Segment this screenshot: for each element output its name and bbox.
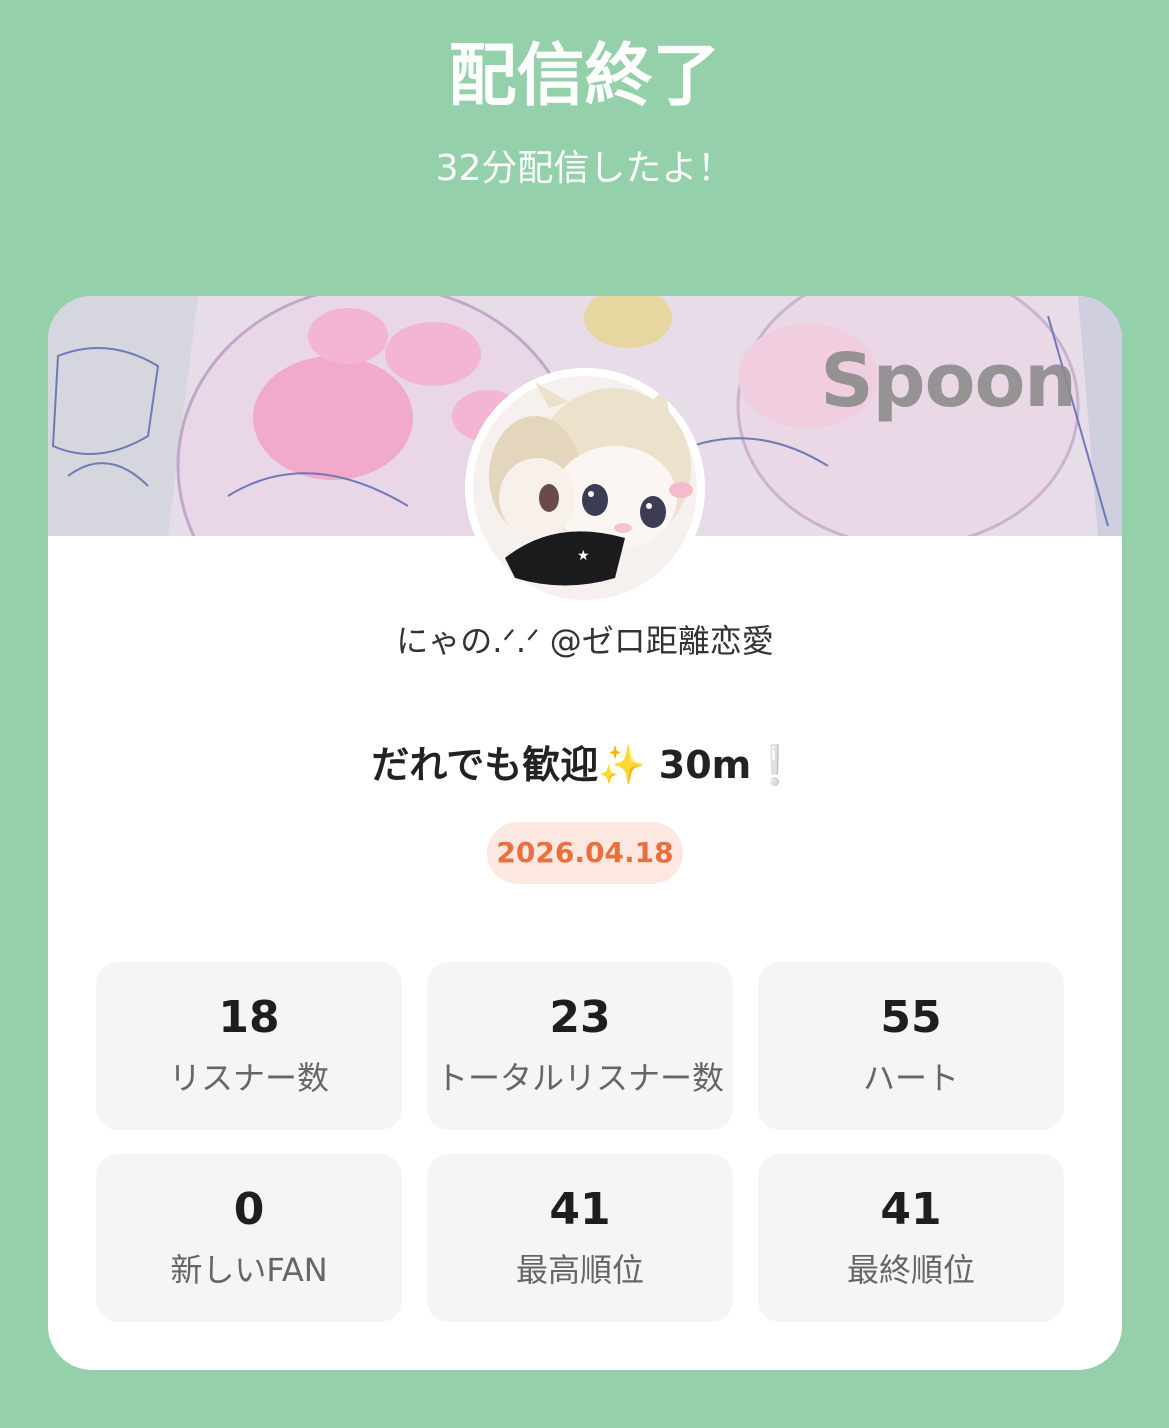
- stat-highest-rank: 41 最高順位: [427, 1154, 733, 1322]
- stat-label: トータルリスナー数: [435, 1059, 724, 1097]
- broadcast-summary-card: Spoon ★ にゃの.ᐟ.ᐟ @ゼロ距離恋愛 だれでも歓迎✨ 30m❕ 202…: [48, 296, 1122, 1370]
- stat-label: ハート: [862, 1059, 959, 1097]
- stat-label: リスナー数: [168, 1059, 329, 1097]
- stat-total-listeners: 23 トータルリスナー数: [427, 962, 733, 1130]
- user-avatar[interactable]: ★: [465, 368, 705, 608]
- stat-label: 新しいFAN: [170, 1251, 328, 1289]
- spoon-logo: Spoon: [820, 338, 1077, 424]
- stat-value: 18: [218, 992, 280, 1043]
- broadcaster-name: にゃの.ᐟ.ᐟ @ゼロ距離恋愛: [396, 622, 774, 660]
- stat-value: 41: [549, 1184, 611, 1235]
- page-title: 配信終了: [448, 37, 721, 116]
- stat-value: 41: [880, 1184, 942, 1235]
- broadcast-date-badge: 2026.04.18: [487, 822, 683, 884]
- stat-new-fans: 0 新しいFAN: [96, 1154, 402, 1322]
- stat-listeners: 18 リスナー数: [96, 962, 402, 1130]
- stat-value: 55: [880, 992, 942, 1043]
- stat-hearts: 55 ハート: [758, 962, 1064, 1130]
- stat-label: 最高順位: [515, 1251, 644, 1289]
- avatar-illustration-icon: ★: [465, 368, 705, 608]
- live-title: だれでも歓迎✨ 30m❕: [371, 743, 799, 787]
- svg-text:★: ★: [577, 548, 590, 564]
- broadcast-duration-text: 32分配信したよ！: [435, 148, 734, 189]
- stat-value: 23: [549, 992, 611, 1043]
- stats-grid: 18 リスナー数 23 トータルリスナー数 55 ハート 0 新しいFAN 41…: [96, 962, 1064, 1322]
- stat-final-rank: 41 最終順位: [758, 1154, 1064, 1322]
- stat-label: 最終順位: [846, 1251, 975, 1289]
- stat-value: 0: [233, 1184, 265, 1235]
